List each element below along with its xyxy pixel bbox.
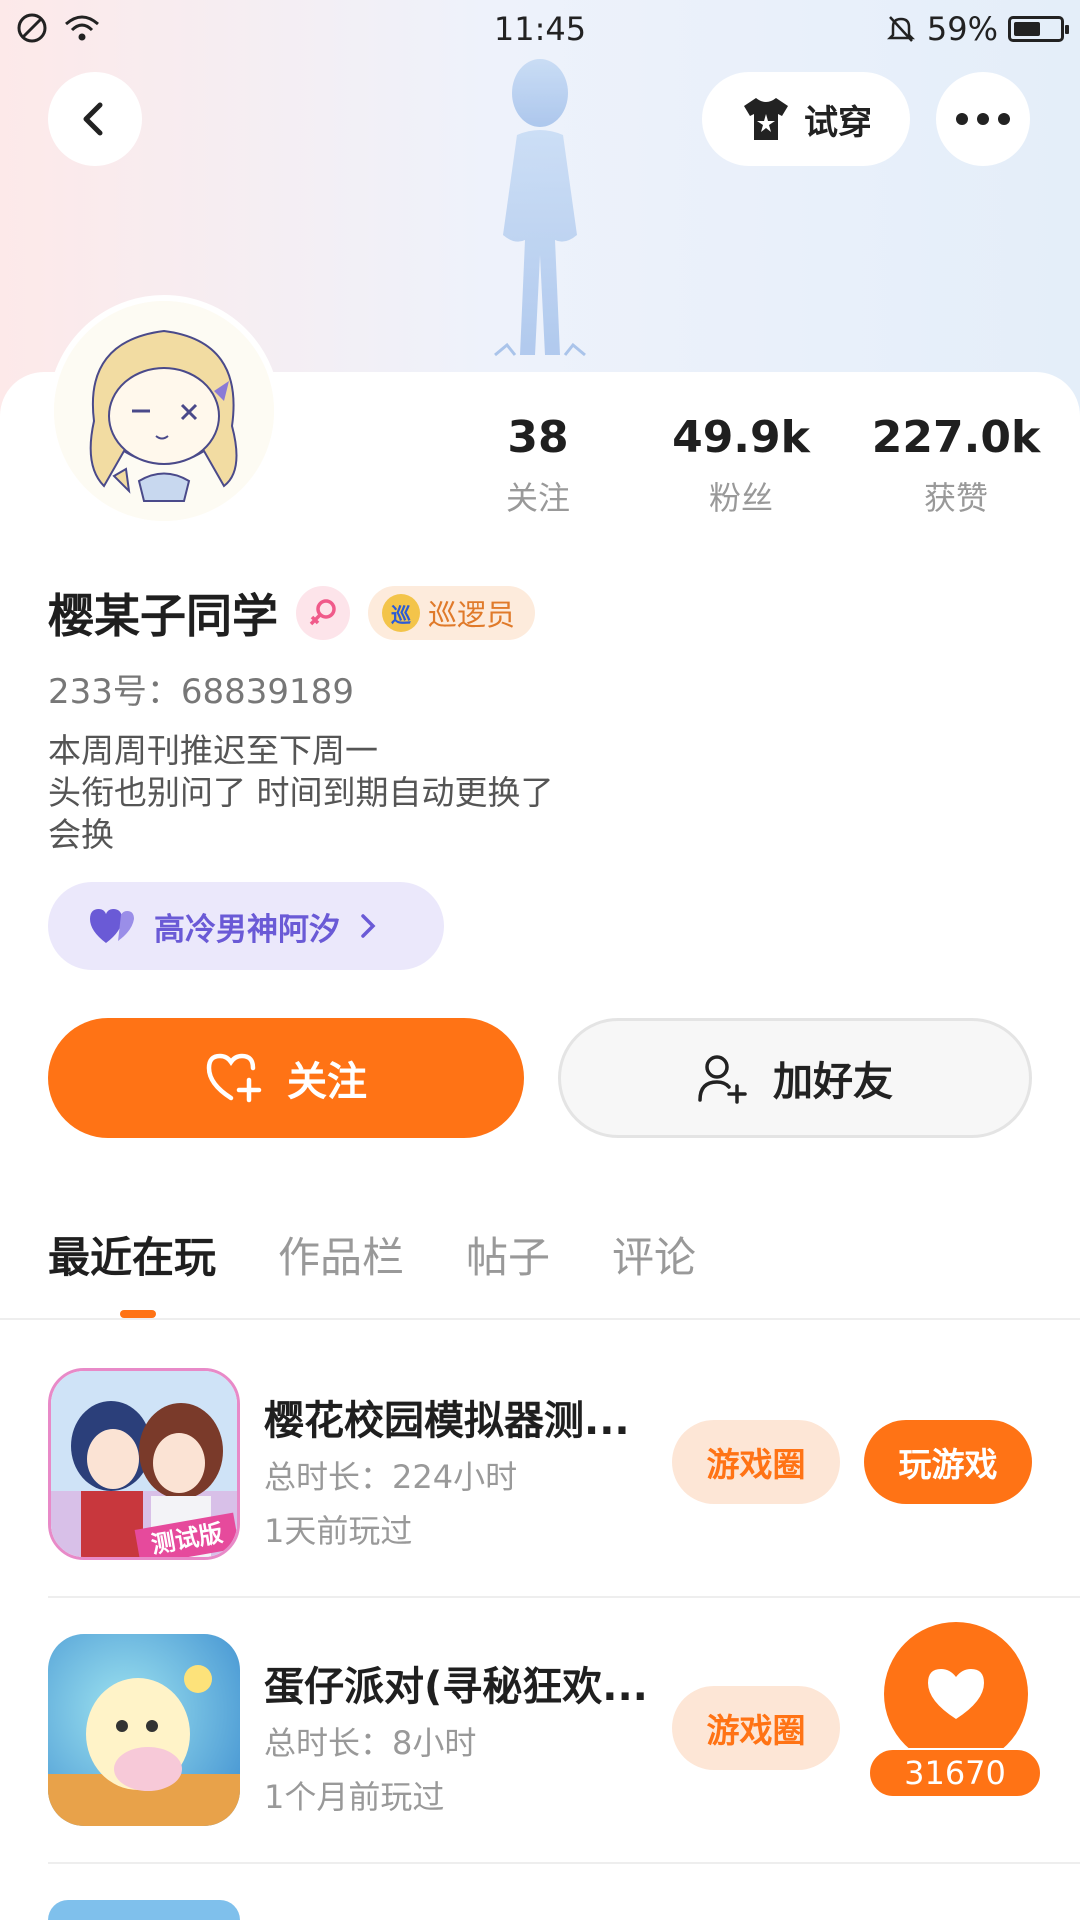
try-on-button[interactable]: 试穿 [702,72,910,166]
likes-count: 227.0k [871,412,1041,463]
tshirt-icon [744,98,788,140]
game-total-time: 总时长：8小时 [264,1724,477,1762]
stat-likes[interactable]: 227.0k 获赞 [856,412,1056,519]
back-button[interactable] [48,72,142,166]
game-circle-button[interactable]: 游戏圈 [672,1686,840,1770]
bio-line: 头衔也别问了 时间到期自动更换了 [48,773,554,812]
game-icon[interactable]: 测试版 [48,1368,240,1560]
status-bar: 11:45 59% [0,0,1080,56]
try-on-label: 试穿 [804,102,872,143]
add-friend-button[interactable]: 加好友 [558,1018,1032,1138]
like-circle [884,1622,1028,1766]
patroller-badge-icon: 巡 [382,594,420,632]
game-title[interactable]: 樱花校园模拟器测... [264,1388,684,1446]
heart-plus-icon [206,1053,262,1103]
battery-percent: 59% [926,10,998,48]
user-id: 233号：68839189 [48,672,354,712]
username: 樱某子同学 [48,589,278,643]
name-row: 樱某子同学 巡 巡逻员 [48,580,536,646]
game-total-time: 总时长：224小时 [264,1458,518,1496]
floating-like-button[interactable]: 31670 [864,1622,1044,1802]
fans-count: 49.9k [672,412,810,463]
more-dots-icon [956,113,1010,125]
row-divider [48,1862,1080,1864]
tab-posts[interactable]: 帖子 [466,1224,550,1285]
profile-tabs: 最近在玩 作品栏 帖子 评论 [48,1224,696,1285]
tab-works[interactable]: 作品栏 [278,1224,404,1285]
battery-icon [1008,16,1069,42]
chevron-right-icon [361,914,376,938]
female-gender-icon [296,586,350,640]
game-title[interactable]: 蛋仔派对(寻秘狂欢... [264,1654,684,1712]
tabs-divider [0,1318,1080,1320]
add-user-icon [698,1055,747,1104]
list-item[interactable]: 测试版 樱花校园模拟器测... 总时长：224小时 1天前玩过 游戏圈 玩游戏 [48,1368,1080,1568]
following-label: 关注 [505,479,570,517]
like-count: 31670 [868,1748,1042,1798]
bio: 本周周刊推迟至下周一 头衔也别问了 时间到期自动更换了 会换 [48,730,554,856]
fans-label: 粉丝 [708,479,773,517]
following-count: 38 [507,412,569,463]
play-game-button[interactable]: 玩游戏 [864,1420,1032,1504]
likes-label: 获赞 [923,479,988,517]
tab-comments[interactable]: 评论 [612,1224,696,1285]
follow-button[interactable]: 关注 [48,1018,524,1138]
game-icon[interactable] [48,1900,240,1920]
heart-icon [928,1669,984,1719]
couple-name: 高冷男神阿汐 [154,911,340,948]
row-divider [48,1596,1080,1598]
game-last-played: 1天前玩过 [264,1512,413,1550]
couple-link[interactable]: 高冷男神阿汐 [48,882,444,970]
bio-line: 会换 [48,815,114,854]
stat-fans[interactable]: 49.9k 粉丝 [641,412,841,519]
chevron-left-icon [83,102,103,136]
bio-line: 本周周刊推迟至下周一 [48,731,378,770]
active-tab-indicator [120,1310,156,1318]
follow-label: 关注 [287,1059,367,1105]
stat-following[interactable]: 38 关注 [438,412,638,519]
game-last-played: 1个月前玩过 [264,1778,445,1816]
patroller-badge[interactable]: 巡 巡逻员 [368,586,536,640]
double-heart-icon [90,909,134,943]
add-friend-label: 加好友 [773,1059,893,1105]
patroller-badge-label: 巡逻员 [428,598,516,632]
avatar[interactable] [48,295,280,527]
game-circle-button[interactable]: 游戏圈 [672,1420,840,1504]
avatar-illustration [54,301,274,521]
game-icon[interactable] [48,1634,240,1826]
mute-bell-icon [886,16,915,42]
more-options-button[interactable] [936,72,1030,166]
tab-recently-played[interactable]: 最近在玩 [48,1224,216,1285]
avatar-3d-silhouette [494,59,586,357]
